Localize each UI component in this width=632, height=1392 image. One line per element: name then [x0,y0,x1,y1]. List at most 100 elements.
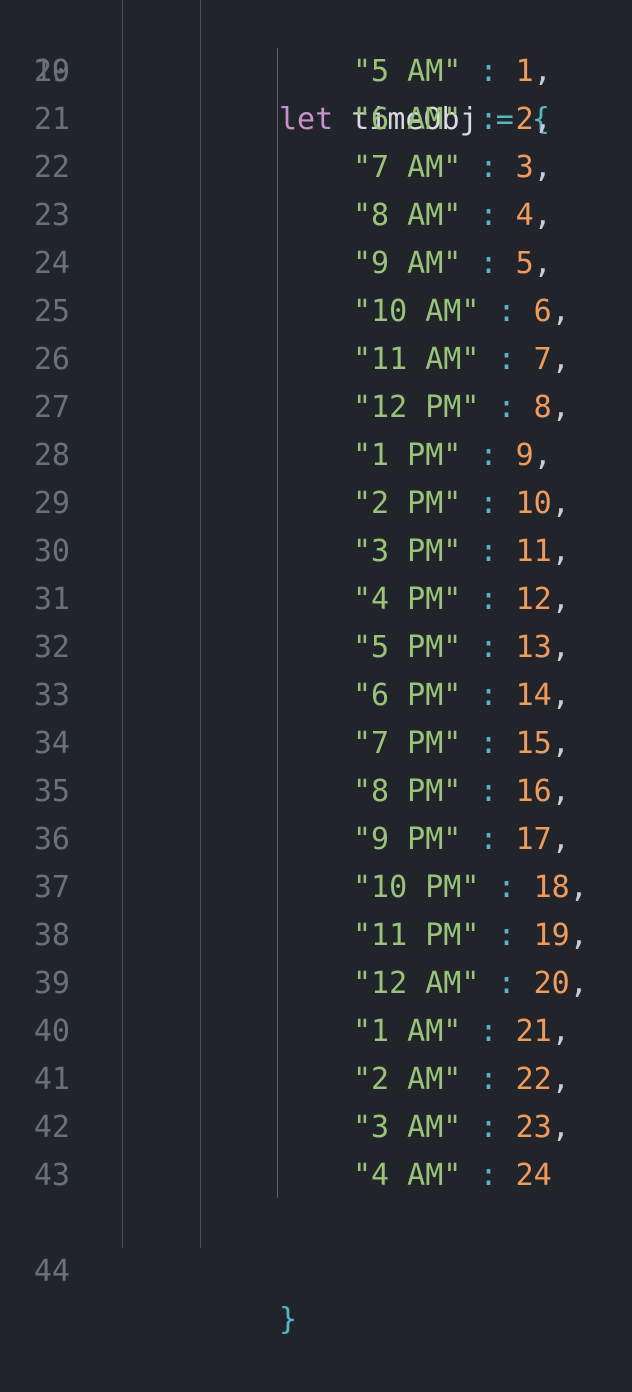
comma: , [533,246,552,281]
code-content[interactable]: "5 AM" : 1, [353,48,552,96]
object-value: 5 [515,246,534,281]
code-content[interactable]: "1 PM" : 9, [353,432,552,480]
code-line[interactable]: 32 "5 PM" : 13, [0,624,632,672]
code-content[interactable]: "4 PM" : 12, [353,576,570,624]
code-line[interactable]: 40 "1 AM" : 21, [0,1008,632,1056]
colon-separator: : [479,438,498,473]
object-key: "3 PM" [353,534,462,569]
code-content[interactable]: "1 AM" : 21, [353,1008,570,1056]
code-line[interactable]: 41 "2 AM" : 22, [0,1056,632,1104]
object-key: "12 PM" [353,390,480,425]
object-value: 16 [515,774,552,809]
code-line[interactable]: 34 "7 PM" : 15, [0,720,632,768]
line-number: 21 [33,102,70,137]
line-number: 24 [33,246,70,281]
object-key: "12 AM" [353,966,480,1001]
code-line[interactable]: 25 "10 AM" : 6, [0,288,632,336]
code-line[interactable]: 39 "12 AM" : 20, [0,960,632,1008]
line-number: 26 [33,342,70,377]
object-value: 1 [515,54,534,89]
line-number: 43 [33,1158,70,1193]
code-line[interactable]: 31 "4 PM" : 12, [0,576,632,624]
code-content[interactable]: "7 AM" : 3, [353,144,552,192]
line-number: 33 [33,678,70,713]
code-line[interactable]: 37 "10 PM" : 18, [0,864,632,912]
object-key: "6 PM" [353,678,462,713]
code-content[interactable]: "3 AM" : 23, [353,1104,570,1152]
comma: , [533,198,552,233]
object-value: 22 [515,1062,552,1097]
line-number: 36 [33,822,70,857]
code-content[interactable]: "8 AM" : 4, [353,192,552,240]
code-content[interactable]: "3 PM" : 11, [353,528,570,576]
code-line[interactable]: 23 "8 AM" : 4, [0,192,632,240]
code-content[interactable]: "6 PM" : 14, [353,672,570,720]
code-editor[interactable]: 19 let timeObj = { 20 "5 AM" : 1, 21 "6 AM"… [0,0,632,1337]
code-content[interactable]: "9 PM" : 17, [353,816,570,864]
comma: , [551,1110,570,1145]
object-value: 9 [515,438,534,473]
code-content[interactable]: "2 AM" : 22, [353,1056,570,1104]
object-key: "1 PM" [353,438,462,473]
comma: , [533,102,552,137]
code-line[interactable]: 38 "11 PM" : 19, [0,912,632,960]
object-value: 7 [533,342,552,377]
code-line[interactable]: 33 "6 PM" : 14, [0,672,632,720]
comma: , [551,774,570,809]
code-line[interactable]: 44 } [0,1200,632,1337]
line-number: 27 [33,390,70,425]
line-number: 40 [33,1014,70,1049]
code-line[interactable]: 36 "9 PM" : 17, [0,816,632,864]
code-line[interactable]: 19 let timeObj = { [0,0,632,137]
colon-separator: : [497,966,516,1001]
object-key: "11 AM" [353,342,480,377]
code-line[interactable]: 24 "9 AM" : 5, [0,240,632,288]
code-content[interactable]: "4 AM" : 24 [353,1152,552,1200]
code-content[interactable]: "12 AM" : 20, [353,960,588,1008]
code-content[interactable]: "9 AM" : 5, [353,240,552,288]
object-key: "6 AM" [353,102,462,137]
line-number: 37 [33,870,70,905]
code-content[interactable]: "2 PM" : 10, [353,480,570,528]
code-line[interactable]: 27 "12 PM" : 8, [0,384,632,432]
code-content[interactable]: "6 AM" : 2, [353,96,552,144]
colon-separator: : [479,726,498,761]
object-key: "9 PM" [353,822,462,857]
comma: , [551,1014,570,1049]
comma: , [551,486,570,521]
object-key: "8 AM" [353,198,462,233]
comma: , [533,54,552,89]
line-number: 30 [33,534,70,569]
code-line[interactable]: 22 "7 AM" : 3, [0,144,632,192]
line-number: 32 [33,630,70,665]
colon-separator: : [497,294,516,329]
object-key: "7 PM" [353,726,462,761]
code-line[interactable]: 35 "8 PM" : 16, [0,768,632,816]
code-content[interactable]: "8 PM" : 16, [353,768,570,816]
comma: , [533,438,552,473]
line-number: 42 [33,1110,70,1145]
code-line[interactable]: 28 "1 PM" : 9, [0,432,632,480]
code-line[interactable]: 29 "2 PM" : 10, [0,480,632,528]
comma: , [551,294,570,329]
code-content[interactable]: "11 AM" : 7, [353,336,570,384]
code-line[interactable]: 43 "4 AM" : 24 [0,1152,632,1200]
code-line[interactable]: 21 "6 AM" : 2, [0,96,632,144]
code-content[interactable]: "7 PM" : 15, [353,720,570,768]
code-content[interactable]: "5 PM" : 13, [353,624,570,672]
colon-separator: : [479,486,498,521]
code-content[interactable]: "10 PM" : 18, [353,864,588,912]
code-content[interactable]: "12 PM" : 8, [353,384,570,432]
colon-separator: : [497,342,516,377]
comma: , [551,342,570,377]
code-content[interactable]: "11 PM" : 19, [353,912,588,960]
code-line[interactable]: 30 "3 PM" : 11, [0,528,632,576]
close-brace: } [279,1302,298,1337]
colon-separator: : [479,54,498,89]
code-line[interactable]: 26 "11 AM" : 7, [0,336,632,384]
line-number: 29 [33,486,70,521]
code-content[interactable]: "10 AM" : 6, [353,288,570,336]
code-line[interactable]: 20 "5 AM" : 1, [0,48,632,96]
code-content[interactable]: } [279,1296,297,1344]
code-line[interactable]: 42 "3 AM" : 23, [0,1104,632,1152]
